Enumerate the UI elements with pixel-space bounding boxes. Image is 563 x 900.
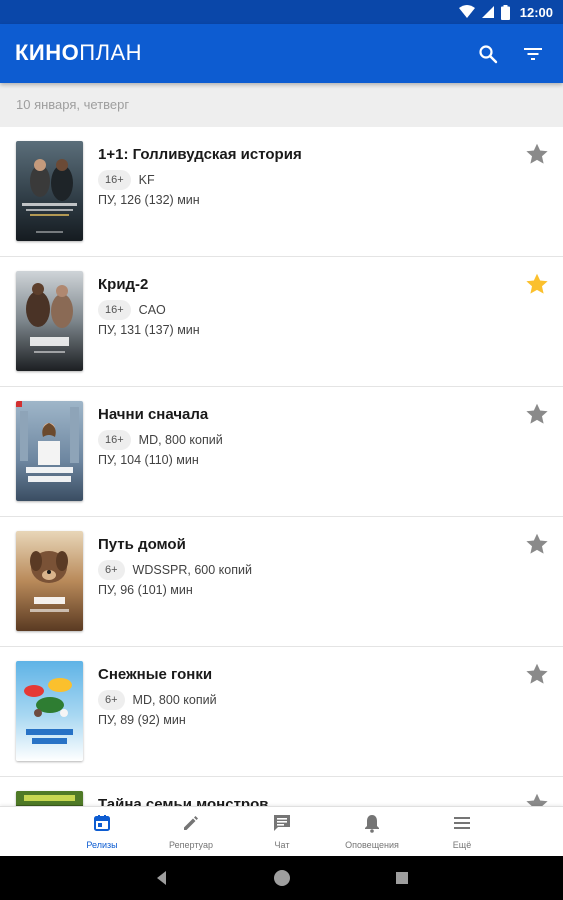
release-meta: 6+ MD, 800 копий: [98, 690, 217, 710]
bell-icon: [365, 815, 379, 833]
release-meta: 6+ WDSSPR, 600 копий: [98, 560, 252, 580]
age-rating-badge: 16+: [98, 300, 131, 320]
logo-bold-part: КИНО: [15, 40, 80, 65]
search-button[interactable]: [474, 40, 502, 68]
nav-tab-chat[interactable]: Чат: [232, 807, 332, 857]
release-list: 1+1: Голливудская история 16+ KF ПУ, 126…: [0, 127, 563, 806]
star-icon[interactable]: [524, 531, 550, 557]
app-logo: КИНОПЛАН: [15, 40, 142, 66]
poster-image: [16, 661, 83, 761]
date-header: 10 января, четверг: [0, 83, 563, 127]
chat-icon: [274, 815, 290, 831]
star-icon[interactable]: [524, 141, 550, 167]
nav-label: Релизы: [86, 840, 118, 850]
distributor-info: WDSSPR, 600 копий: [132, 563, 252, 577]
poster-image: [16, 791, 83, 806]
release-meta: 16+ CAO: [98, 300, 166, 320]
nav-label: Репертуар: [169, 840, 213, 850]
release-meta: 16+ MD, 800 копий: [98, 430, 223, 450]
nav-label: Чат: [274, 840, 290, 850]
bottom-navigation: Релизы Репертуар Чат Оповещения Ещё: [0, 806, 563, 856]
release-title: 1+1: Голливудская история: [98, 146, 302, 163]
nav-label: Ещё: [452, 840, 472, 850]
status-time: 12:00: [519, 4, 553, 20]
age-rating-badge: 16+: [98, 170, 131, 190]
poster-image: [16, 271, 83, 371]
status-bar: 12:00: [0, 0, 563, 24]
poster-image: [16, 401, 83, 501]
filter-icon: [524, 48, 542, 60]
nav-tab-repertoire[interactable]: Репертуар: [141, 807, 241, 857]
age-rating-badge: 6+: [98, 560, 125, 580]
nav-tab-notifications[interactable]: Оповещения: [322, 807, 422, 857]
filter-button[interactable]: [519, 40, 547, 68]
age-rating-badge: 16+: [98, 430, 131, 450]
back-icon[interactable]: [152, 868, 172, 888]
nav-tab-releases[interactable]: Релизы: [52, 807, 152, 857]
release-duration: ПУ, 126 (132) мин: [98, 193, 200, 207]
release-item[interactable]: 1+1: Голливудская история 16+ KF ПУ, 126…: [0, 127, 563, 257]
pencil-icon: [184, 816, 198, 830]
release-item[interactable]: Снежные гонки 6+ MD, 800 копий ПУ, 89 (9…: [0, 647, 563, 777]
star-icon[interactable]: [524, 271, 550, 297]
calendar-icon: [94, 815, 110, 831]
distributor-info: MD, 800 копий: [138, 433, 223, 447]
release-item[interactable]: Начни сначала 16+ MD, 800 копий ПУ, 104 …: [0, 387, 563, 517]
distributor-info: MD, 800 копий: [132, 693, 217, 707]
menu-icon: [454, 817, 470, 829]
release-duration: ПУ, 104 (110) мин: [98, 453, 199, 467]
release-meta: 16+ KF: [98, 170, 155, 190]
star-icon[interactable]: [524, 661, 550, 687]
star-icon[interactable]: [524, 401, 550, 427]
release-item[interactable]: Крид-2 16+ CAO ПУ, 131 (137) мин: [0, 257, 563, 387]
release-title: Снежные гонки: [98, 666, 213, 683]
release-duration: ПУ, 96 (101) мин: [98, 583, 193, 597]
release-title: Крид-2: [98, 276, 149, 293]
app-bar: КИНОПЛАН: [0, 24, 563, 83]
release-title: Начни сначала: [98, 406, 209, 423]
release-title: Тайна семьи монстров: [98, 796, 269, 806]
star-icon[interactable]: [524, 791, 550, 806]
recents-icon[interactable]: [392, 868, 412, 888]
release-title: Путь домой: [98, 536, 186, 553]
wifi-icon: [458, 5, 475, 18]
release-item[interactable]: Путь домой 6+ WDSSPR, 600 копий ПУ, 96 (…: [0, 517, 563, 647]
logo-light-part: ПЛАН: [79, 40, 143, 65]
home-icon[interactable]: [272, 868, 292, 888]
search-icon: [479, 45, 498, 64]
release-duration: ПУ, 131 (137) мин: [98, 323, 200, 337]
distributor-info: KF: [138, 173, 155, 187]
release-duration: ПУ, 89 (92) мин: [98, 713, 186, 727]
nav-label: Оповещения: [345, 840, 399, 850]
distributor-info: CAO: [138, 303, 166, 317]
release-item[interactable]: Тайна семьи монстров: [0, 777, 563, 806]
poster-image: [16, 531, 83, 631]
nav-tab-more[interactable]: Ещё: [412, 807, 512, 857]
poster-image: [16, 141, 83, 241]
system-navigation-bar: [0, 856, 563, 900]
cellular-signal-icon: [481, 6, 494, 18]
status-icons: 12:00: [458, 0, 553, 24]
age-rating-badge: 6+: [98, 690, 125, 710]
date-label: 10 января, четверг: [16, 97, 130, 112]
battery-icon: [500, 4, 510, 20]
